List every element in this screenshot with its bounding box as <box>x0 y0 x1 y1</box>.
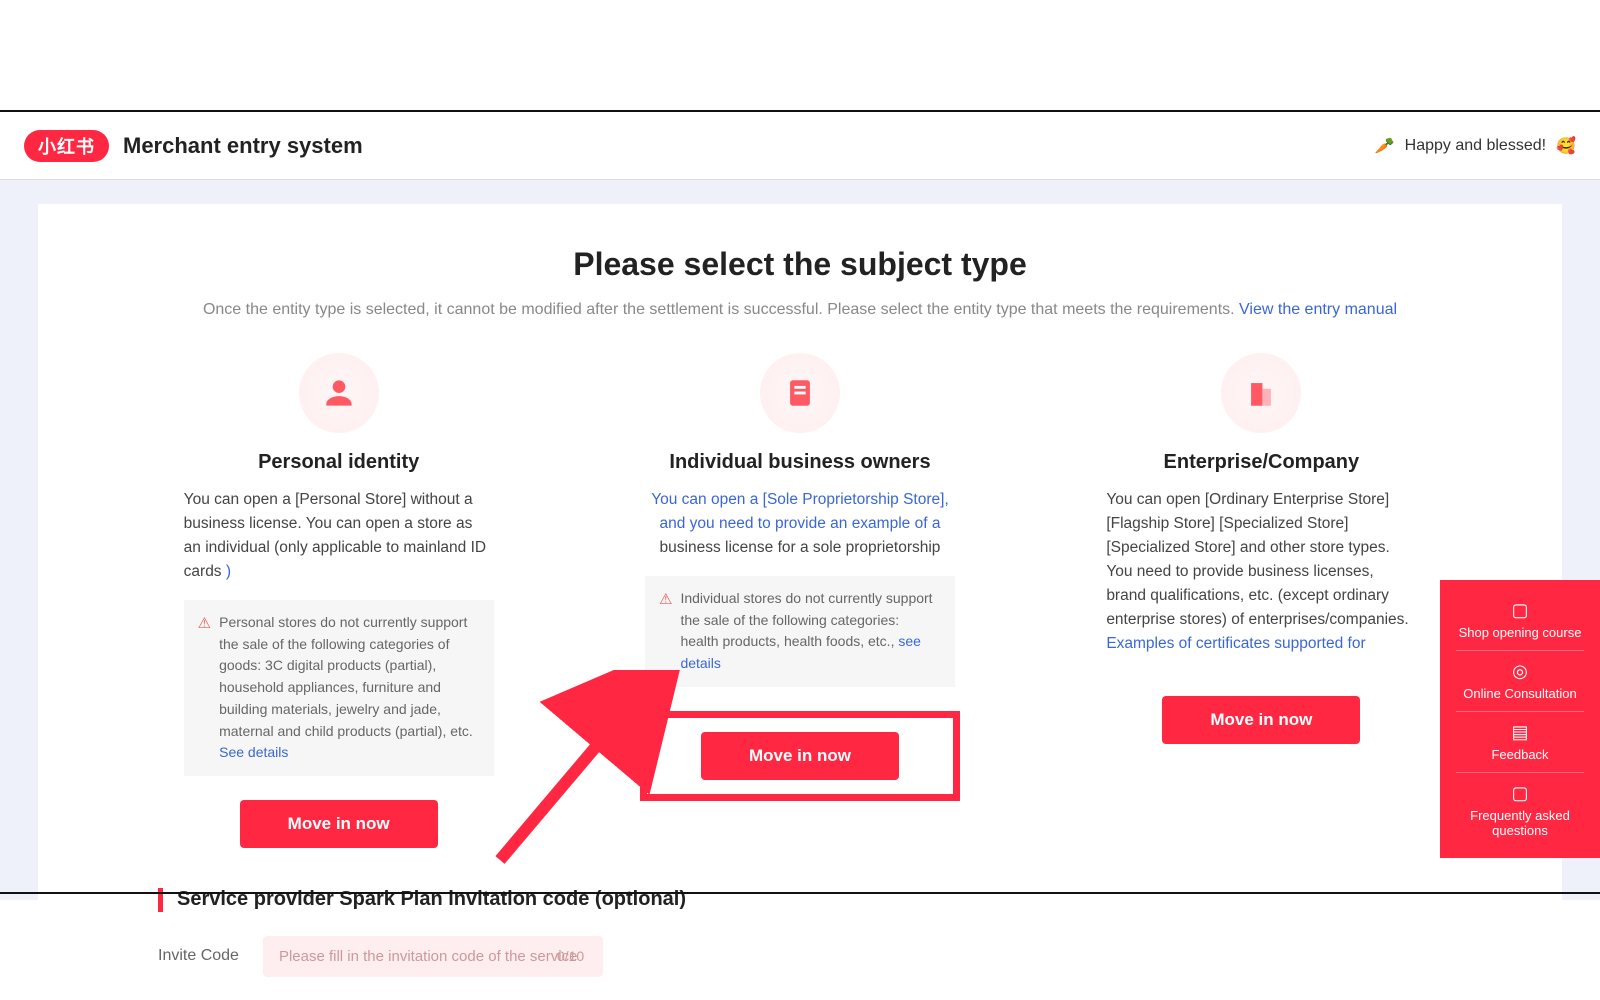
cards-row: Personal identity You can open a [Person… <box>128 353 1472 848</box>
card-individual-title: Individual business owners <box>669 451 930 474</box>
person-icon <box>299 353 379 433</box>
side-panel: ▢ Shop opening course ◎ Online Consultat… <box>1440 580 1600 858</box>
personal-desc-link[interactable]: ) <box>222 563 231 580</box>
card-personal-desc: You can open a [Personal Store] without … <box>184 488 494 584</box>
page-title: Merchant entry system <box>123 133 363 159</box>
invite-counter: 0/10 <box>557 948 584 964</box>
note-icon: ▤ <box>1460 722 1580 743</box>
header-right: 🥕 Happy and blessed! 🥰 <box>1375 136 1576 156</box>
subtitle-text: Once the entity type is selected, it can… <box>203 301 1239 318</box>
subtitle: Once the entity type is selected, it can… <box>38 301 1562 319</box>
header-left: 小红书 Merchant entry system <box>24 130 363 162</box>
card-individual-warning: Individual stores do not currently suppo… <box>645 576 955 687</box>
enterprise-move-in-button[interactable]: Move in now <box>1162 696 1360 744</box>
side-feedback[interactable]: ▤ Feedback <box>1456 711 1584 772</box>
card-individual: Individual business owners You can open … <box>589 353 1010 848</box>
side-shop-opening-course[interactable]: ▢ Shop opening course <box>1446 590 1594 650</box>
carrot-icon: 🥕 <box>1375 136 1395 156</box>
side-faq[interactable]: ▢ Frequently asked questions <box>1456 772 1584 848</box>
question-icon: ▢ <box>1460 783 1580 804</box>
card-enterprise-desc: You can open [Ordinary Enterprise Store]… <box>1106 488 1416 656</box>
card-enterprise: Enterprise/Company You can open [Ordinar… <box>1051 353 1472 848</box>
logo[interactable]: 小红书 <box>24 130 109 162</box>
enterprise-examples-link[interactable]: Examples of certificates supported for <box>1106 635 1365 652</box>
side-online-consultation[interactable]: ◎ Online Consultation <box>1456 650 1584 711</box>
entry-manual-link[interactable]: View the entry manual <box>1239 301 1397 318</box>
main-title: Please select the subject type <box>38 246 1562 283</box>
video-icon: ▢ <box>1450 600 1590 621</box>
card-personal-warning: Personal stores do not currently support… <box>184 600 494 776</box>
header-bar: 小红书 Merchant entry system 🥕 Happy and bl… <box>0 110 1600 180</box>
bottom-border <box>0 892 1600 894</box>
individual-move-in-button[interactable]: Move in now <box>701 732 899 780</box>
invite-section: Service provider Spark Plan invitation c… <box>158 888 1562 977</box>
warning-icon <box>198 612 211 635</box>
invite-label: Invite Code <box>158 947 239 965</box>
warning-icon <box>659 588 672 611</box>
personal-see-details-link[interactable]: See details <box>219 744 288 760</box>
card-individual-desc: You can open a [Sole Proprietorship Stor… <box>645 488 955 560</box>
main-panel: Please select the subject type Once the … <box>38 204 1562 900</box>
invite-code-input[interactable] <box>263 936 603 977</box>
building-icon <box>1221 353 1301 433</box>
card-personal: Personal identity You can open a [Person… <box>128 353 549 848</box>
welcome-text: Happy and blessed! <box>1405 137 1546 155</box>
highlight-annotation: Move in now <box>640 711 960 801</box>
welcome-emoji-icon: 🥰 <box>1556 136 1576 156</box>
body-area: Please select the subject type Once the … <box>0 180 1600 900</box>
card-personal-title: Personal identity <box>258 451 419 474</box>
card-enterprise-title: Enterprise/Company <box>1164 451 1360 474</box>
headset-icon: ◎ <box>1460 661 1580 682</box>
personal-move-in-button[interactable]: Move in now <box>240 800 438 848</box>
document-icon <box>760 353 840 433</box>
